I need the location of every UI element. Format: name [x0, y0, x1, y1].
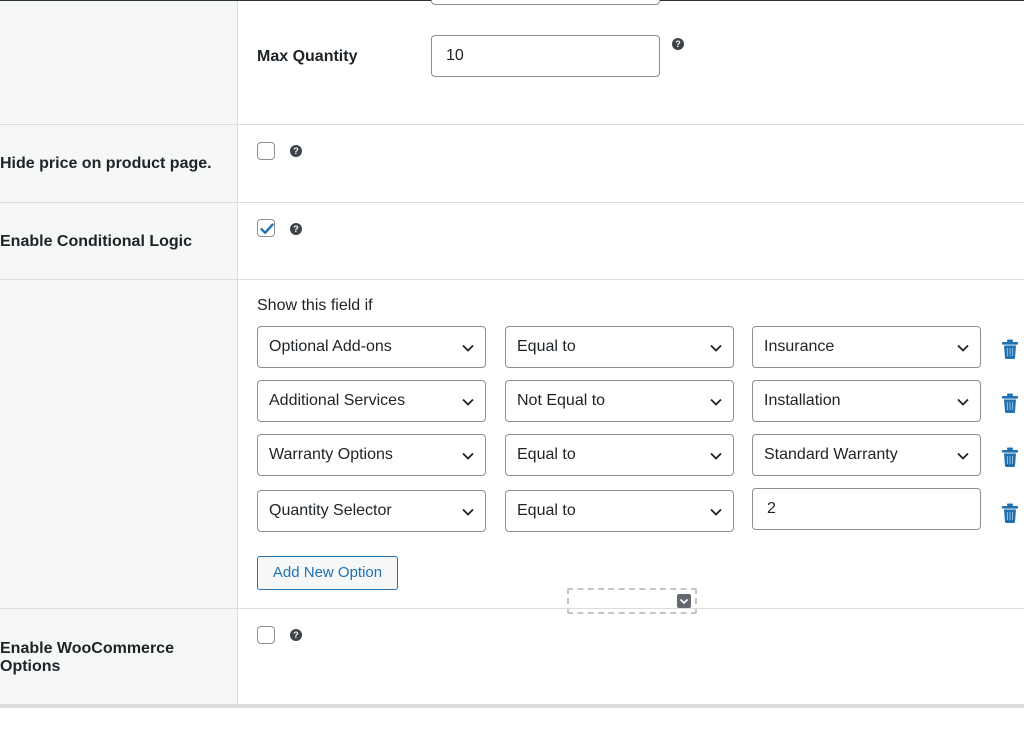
row-divider: [0, 202, 1024, 203]
trash-icon[interactable]: [1001, 339, 1019, 359]
question-mark-circle-icon[interactable]: ?: [290, 223, 302, 235]
rule-field-select[interactable]: Additional Services: [257, 380, 486, 422]
add-new-option-button[interactable]: Add New Option: [257, 556, 398, 590]
enable-woocommerce-options-label: Enable WooCommerce Options: [0, 640, 174, 676]
rule-field-value: Optional Add-ons: [269, 338, 392, 355]
rule-operator-value: Equal to: [517, 446, 576, 463]
conditional-logic-heading: Show this field if: [257, 297, 373, 314]
question-mark-circle-icon[interactable]: ?: [290, 629, 302, 641]
enable-conditional-logic-checkbox[interactable]: [257, 219, 275, 237]
chevron-down-icon: [957, 344, 969, 352]
label-column: [0, 1, 238, 704]
trash-icon[interactable]: [1001, 503, 1019, 523]
drag-drop-zone[interactable]: [567, 588, 697, 614]
trash-icon[interactable]: [1001, 393, 1019, 413]
rule-value-input[interactable]: [752, 488, 981, 530]
rule-value-select[interactable]: Insurance: [752, 326, 981, 368]
chevron-down-icon: [710, 344, 722, 352]
chevron-down-icon: [710, 398, 722, 406]
enable-woocommerce-options-label-line1: Enable WooCommerce: [0, 640, 174, 657]
rule-field-value: Additional Services: [269, 392, 406, 409]
chevron-down-icon: [957, 398, 969, 406]
rule-value-select[interactable]: Installation: [752, 380, 981, 422]
question-mark-circle-icon[interactable]: ?: [290, 145, 302, 157]
chevron-down-icon: [462, 508, 474, 516]
chevron-down-icon: [462, 344, 474, 352]
chevron-down-icon: [462, 398, 474, 406]
enable-woocommerce-options-checkbox[interactable]: [257, 626, 275, 644]
row-divider: [0, 124, 1024, 125]
previous-field-input[interactable]: [431, 0, 660, 5]
hide-price-checkbox[interactable]: [257, 142, 275, 160]
max-quantity-input[interactable]: [431, 35, 660, 77]
rule-operator-select[interactable]: Equal to: [505, 326, 734, 368]
chevron-down-icon[interactable]: [677, 594, 691, 608]
row-divider: [0, 608, 1024, 609]
trash-icon[interactable]: [1001, 447, 1019, 467]
rule-operator-select[interactable]: Not Equal to: [505, 380, 734, 422]
rule-value-select[interactable]: Standard Warranty: [752, 434, 981, 476]
rule-operator-value: Not Equal to: [517, 392, 606, 409]
hide-price-label: Hide price on product page.: [0, 155, 212, 172]
chevron-down-icon: [957, 452, 969, 460]
rule-operator-select[interactable]: Equal to: [505, 490, 734, 532]
footer-area: [0, 708, 1024, 731]
chevron-down-icon: [462, 452, 474, 460]
chevron-down-icon: [710, 452, 722, 460]
enable-conditional-logic-label: Enable Conditional Logic: [0, 233, 192, 250]
rule-value-value: Insurance: [764, 338, 835, 355]
question-mark-circle-icon[interactable]: ?: [672, 38, 684, 50]
rule-field-select[interactable]: Quantity Selector: [257, 490, 486, 532]
max-quantity-label: Max Quantity: [257, 48, 358, 65]
checkmark-icon: [260, 223, 274, 234]
chevron-down-icon: [710, 508, 722, 516]
rule-value-value: Standard Warranty: [764, 446, 898, 463]
rule-operator-value: Equal to: [517, 502, 576, 519]
rule-field-value: Warranty Options: [269, 446, 393, 463]
row-divider: [0, 279, 1024, 280]
rule-operator-value: Equal to: [517, 338, 576, 355]
rule-field-value: Quantity Selector: [269, 502, 392, 519]
rule-operator-select[interactable]: Equal to: [505, 434, 734, 476]
enable-woocommerce-options-label-line2: Options: [0, 658, 61, 675]
rule-field-select[interactable]: Warranty Options: [257, 434, 486, 476]
rule-value-value: Installation: [764, 392, 841, 409]
rule-field-select[interactable]: Optional Add-ons: [257, 326, 486, 368]
